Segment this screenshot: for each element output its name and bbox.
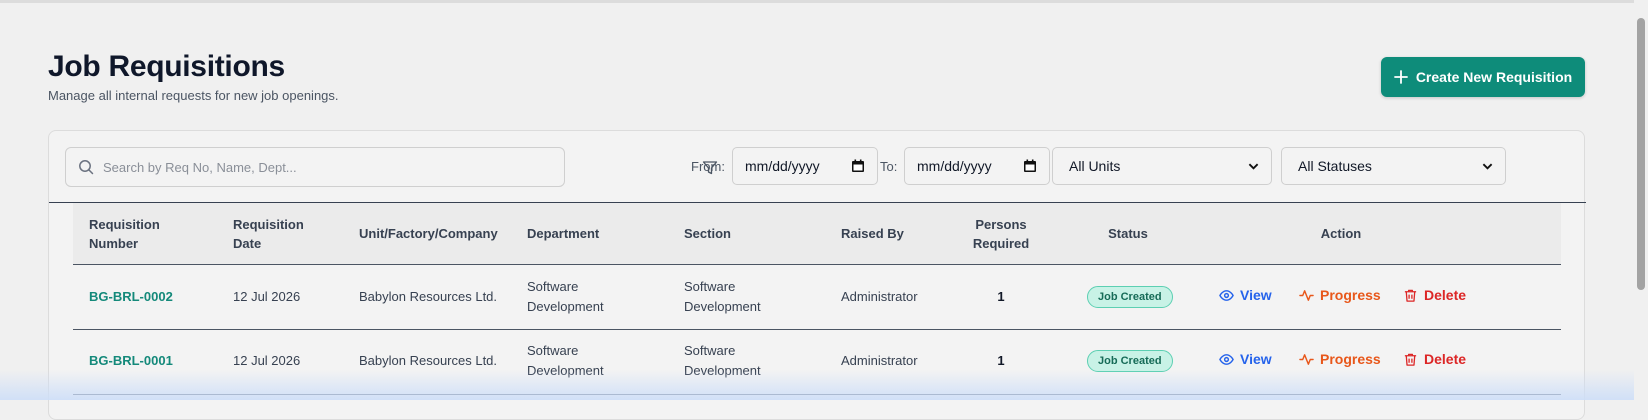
eye-icon (1219, 288, 1234, 303)
create-requisition-label: Create New Requisition (1416, 69, 1572, 85)
col-persons-required: PersonsRequired (951, 215, 1051, 253)
activity-icon (1299, 288, 1314, 303)
to-date-input[interactable]: mm/dd/yyyy (904, 147, 1050, 185)
status-select-value: All Statuses (1298, 158, 1372, 174)
page-subtitle: Manage all internal requests for new job… (48, 88, 339, 103)
trash-icon (1403, 352, 1418, 367)
units-select-value: All Units (1069, 158, 1120, 174)
units-select[interactable]: All Units (1052, 147, 1272, 185)
view-button[interactable]: View (1219, 287, 1272, 303)
delete-button[interactable]: Delete (1403, 287, 1466, 303)
search-icon (78, 159, 94, 175)
calendar-icon[interactable] (1023, 159, 1037, 173)
eye-icon (1219, 352, 1234, 367)
scrollbar-thumb[interactable] (1637, 18, 1645, 290)
requisition-number-link[interactable]: BG-BRL-0002 (89, 287, 173, 307)
chevron-down-icon (1482, 161, 1493, 172)
scrollbar[interactable] (1634, 0, 1648, 400)
table-row: BG-BRL-0002 12 Jul 2026 Babylon Resource… (73, 265, 1561, 330)
department-name: SoftwareDevelopment (527, 341, 604, 381)
raised-by: Administrator (841, 287, 918, 307)
page-title: Job Requisitions (48, 50, 285, 84)
section-name: SoftwareDevelopment (684, 341, 761, 381)
col-raised-by: Raised By (841, 224, 904, 243)
search-input[interactable] (66, 148, 564, 186)
col-status: Status (1078, 224, 1178, 243)
table-header: RequisitionNumber RequisitionDate Unit/F… (73, 203, 1561, 265)
status-badge: Job Created (1087, 286, 1173, 308)
create-requisition-button[interactable]: Create New Requisition (1381, 57, 1585, 97)
raised-by: Administrator (841, 351, 918, 371)
persons-required: 1 (951, 351, 1051, 371)
status-badge: Job Created (1087, 350, 1173, 372)
department-name: SoftwareDevelopment (527, 277, 604, 317)
to-label: To: (880, 159, 897, 174)
trash-icon (1403, 288, 1418, 303)
chevron-down-icon (1248, 161, 1259, 172)
status-select[interactable]: All Statuses (1281, 147, 1506, 185)
col-action: Action (1291, 224, 1391, 243)
requisition-number-link[interactable]: BG-BRL-0001 (89, 351, 173, 371)
top-border (0, 0, 1634, 3)
unit-name: Babylon Resources Ltd. (359, 287, 497, 307)
activity-icon (1299, 352, 1314, 367)
to-date-value: mm/dd/yyyy (917, 158, 992, 174)
col-department: Department (527, 224, 599, 243)
from-date-input[interactable]: mm/dd/yyyy (732, 147, 878, 185)
search-box (65, 147, 565, 187)
requisitions-card: From: mm/dd/yyyy To: mm/dd/yyyy All Unit… (48, 130, 1585, 420)
delete-button[interactable]: Delete (1403, 351, 1466, 367)
progress-button[interactable]: Progress (1299, 287, 1381, 303)
section-name: SoftwareDevelopment (684, 277, 761, 317)
unit-name: Babylon Resources Ltd. (359, 351, 497, 371)
col-requisition-number: RequisitionNumber (89, 215, 160, 253)
view-button[interactable]: View (1219, 351, 1272, 367)
from-date-value: mm/dd/yyyy (745, 158, 820, 174)
calendar-icon[interactable] (851, 159, 865, 173)
persons-required: 1 (951, 287, 1051, 307)
from-label: From: (691, 159, 725, 174)
col-section: Section (684, 224, 731, 243)
plus-icon (1394, 70, 1408, 84)
table-row: BG-BRL-0001 12 Jul 2026 Babylon Resource… (73, 330, 1561, 395)
col-requisition-date: RequisitionDate (233, 215, 304, 253)
requisition-date: 12 Jul 2026 (233, 287, 300, 307)
requisition-date: 12 Jul 2026 (233, 351, 300, 371)
progress-button[interactable]: Progress (1299, 351, 1381, 367)
col-unit: Unit/Factory/Company (359, 224, 498, 243)
